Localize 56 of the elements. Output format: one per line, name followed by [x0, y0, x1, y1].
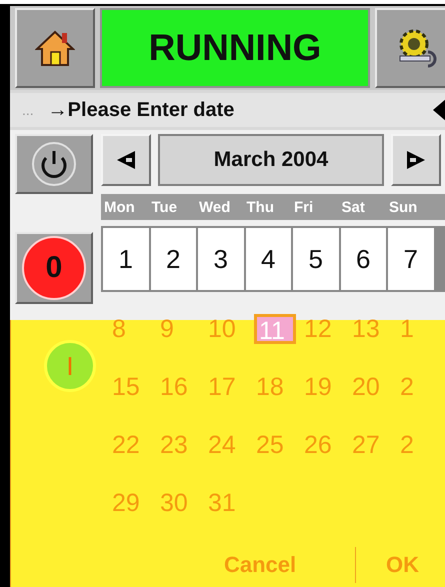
weekday-label: Sun	[389, 198, 418, 216]
month-label: March 2004	[158, 134, 384, 186]
previous-month-button[interactable]	[101, 134, 151, 186]
day-cell[interactable]: 31	[206, 488, 254, 518]
day-cell[interactable]: 11	[254, 314, 296, 344]
weekday-label: Tue	[152, 198, 178, 216]
day-cell[interactable]: 6	[340, 228, 386, 290]
day-cell[interactable]: 5	[293, 228, 338, 290]
day-cell[interactable]: 22	[110, 430, 158, 460]
day-cell[interactable]: 9	[158, 314, 206, 344]
day-cell[interactable]: 15	[110, 372, 158, 402]
day-cell[interactable]: 2	[398, 430, 445, 460]
day-cell[interactable]: 17	[206, 372, 254, 402]
weekday-label: Fri	[294, 198, 314, 216]
day-cell[interactable]: 8	[110, 314, 158, 344]
day-cell[interactable]: 3	[198, 228, 244, 290]
power-icon	[32, 142, 76, 186]
day-cell[interactable]: 29	[110, 488, 158, 518]
prompt-text: →Please Enter date	[48, 98, 236, 122]
next-month-button[interactable]	[391, 134, 441, 186]
house-icon	[35, 29, 75, 67]
dialog-button[interactable]: OK	[356, 547, 445, 583]
day-cell[interactable]: 24	[206, 430, 254, 460]
day-cell[interactable]: 23	[158, 430, 206, 460]
home-button[interactable]	[15, 8, 95, 88]
day-cell[interactable]: 20	[350, 372, 398, 402]
weekday-label: Sat	[342, 198, 366, 216]
day-cell[interactable]: 12	[302, 314, 350, 344]
weekday-label: Wed	[199, 198, 232, 216]
stop-button[interactable]: 0	[15, 232, 93, 304]
prompt-prefix: ...	[22, 102, 34, 118]
day-cell[interactable]: 16	[158, 372, 206, 402]
day-cell[interactable]: 19	[302, 372, 350, 402]
weekday-label: Mon	[104, 198, 136, 216]
day-cell[interactable]: 1	[398, 314, 445, 344]
day-cell[interactable]: 18	[254, 372, 302, 402]
settings-button[interactable]	[375, 8, 445, 88]
day-cell[interactable]: 1	[103, 228, 148, 290]
day-cell[interactable]: 26	[302, 430, 350, 460]
status-banner: RUNNING	[100, 8, 370, 88]
day-cell[interactable]: 13	[350, 314, 398, 344]
day-cell[interactable]: 25	[254, 430, 302, 460]
day-cell[interactable]: 2	[150, 228, 196, 290]
weekday-label: Thu	[246, 198, 275, 216]
left-arrow-icon	[115, 149, 137, 171]
dialog-button[interactable]: Cancel	[216, 547, 356, 583]
day-cell[interactable]: 10	[206, 314, 254, 344]
day-cell[interactable]: 4	[246, 228, 291, 290]
day-cell[interactable]: 2	[398, 372, 445, 402]
power-button[interactable]	[15, 134, 93, 194]
start-button[interactable]: I	[44, 340, 96, 392]
day-cell[interactable]: 30	[158, 488, 206, 518]
right-arrow-icon	[405, 149, 427, 171]
day-cell[interactable]: 7	[388, 228, 434, 290]
scroll-left-icon	[433, 98, 445, 122]
day-cell[interactable]: 27	[350, 430, 398, 460]
